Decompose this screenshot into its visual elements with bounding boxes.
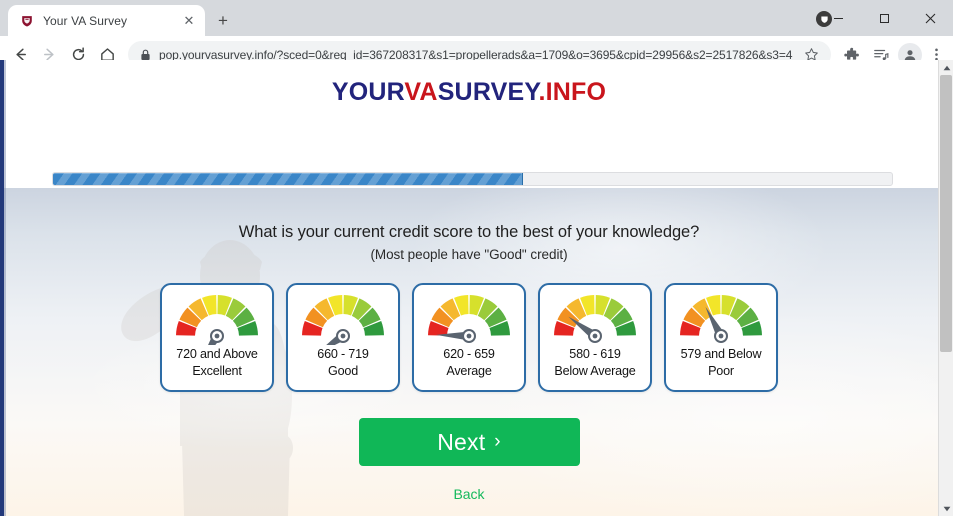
survey-content: What is your current credit score to the… bbox=[0, 188, 938, 516]
minimize-button[interactable] bbox=[815, 2, 861, 34]
browser-titlebar: Your VA Survey ✕ + bbox=[0, 0, 953, 36]
browser-window: Your VA Survey ✕ + pop.yourvasurvey.info… bbox=[0, 0, 953, 516]
scroll-up-arrow-icon[interactable] bbox=[939, 60, 953, 75]
browser-tab[interactable]: Your VA Survey ✕ bbox=[8, 5, 205, 36]
credit-gauge-icon bbox=[549, 293, 641, 345]
option-rating: Poor bbox=[708, 363, 734, 378]
chevron-right-icon: › bbox=[494, 431, 501, 453]
logo-part-va: VA bbox=[404, 78, 438, 106]
next-button-label: Next bbox=[437, 428, 486, 455]
page-title: What is your current credit score to the… bbox=[238, 223, 700, 241]
survey-page: YOURVASURVEY.INFO What is your current c… bbox=[0, 60, 938, 516]
site-header: YOURVASURVEY.INFO bbox=[0, 60, 938, 128]
scroll-down-arrow-icon[interactable] bbox=[939, 501, 953, 516]
option-range: 660 - 719 bbox=[317, 347, 369, 362]
back-link[interactable]: Back bbox=[453, 486, 484, 502]
close-window-button[interactable] bbox=[907, 2, 953, 34]
option-range: 620 - 659 bbox=[443, 347, 495, 362]
option-good[interactable]: 660 - 719 Good bbox=[286, 283, 400, 393]
page-scrollbar[interactable] bbox=[938, 60, 953, 516]
new-tab-button[interactable]: + bbox=[209, 6, 237, 34]
option-below-average[interactable]: 580 - 619 Below Average bbox=[538, 283, 652, 393]
option-poor[interactable]: 579 and Below Poor bbox=[664, 283, 778, 393]
logo-part-info: .INFO bbox=[538, 78, 607, 106]
tab-close-icon[interactable]: ✕ bbox=[181, 13, 197, 29]
credit-gauge-icon bbox=[423, 293, 515, 345]
survey-progress-fill bbox=[53, 173, 523, 185]
next-button[interactable]: Next › bbox=[358, 418, 580, 467]
page-viewport: YOURVASURVEY.INFO What is your current c… bbox=[0, 60, 953, 516]
maximize-button[interactable] bbox=[861, 2, 907, 34]
option-label: 579 and Below Poor bbox=[681, 346, 762, 379]
option-rating: Below Average bbox=[554, 363, 636, 378]
option-rating: Good bbox=[327, 363, 358, 378]
site-logo[interactable]: YOURVASURVEY.INFO bbox=[332, 78, 606, 107]
page-subtitle: (Most people have "Good" credit) bbox=[370, 247, 568, 263]
survey-progress-bar bbox=[52, 172, 893, 186]
option-rating: Excellent bbox=[192, 363, 242, 378]
option-rating: Average bbox=[446, 363, 492, 378]
page-left-edge-inner bbox=[4, 60, 6, 516]
option-range: 720 and Above bbox=[176, 347, 258, 362]
scrollbar-thumb[interactable] bbox=[940, 75, 952, 352]
option-label: 580 - 619 Below Average bbox=[554, 346, 635, 379]
tab-strip: Your VA Survey ✕ + bbox=[0, 0, 237, 36]
window-controls bbox=[815, 0, 953, 36]
logo-part-your: YOUR bbox=[331, 78, 405, 106]
shield-favicon-icon bbox=[19, 13, 35, 29]
credit-gauge-icon bbox=[675, 293, 767, 345]
option-average[interactable]: 620 - 659 Average bbox=[412, 283, 526, 393]
scrollbar-track[interactable] bbox=[939, 75, 953, 501]
option-label: 620 - 659 Average bbox=[443, 346, 495, 379]
tab-title: Your VA Survey bbox=[43, 13, 128, 28]
logo-part-survey: SURVEY bbox=[437, 78, 539, 106]
credit-gauge-icon bbox=[297, 293, 389, 346]
option-label: 660 - 719 Good bbox=[317, 346, 369, 379]
option-range: 580 - 619 bbox=[569, 347, 621, 362]
option-label: 720 and Above Excellent bbox=[176, 346, 258, 379]
credit-gauge-icon bbox=[171, 293, 263, 346]
option-range: 579 and Below bbox=[680, 347, 762, 362]
hero-background: What is your current credit score to the… bbox=[0, 188, 938, 516]
credit-score-options: 720 and Above Excellent 660 - 719 Good 620… bbox=[160, 283, 778, 393]
site-lock-icon bbox=[140, 49, 151, 61]
option-excellent[interactable]: 720 and Above Excellent bbox=[160, 283, 274, 393]
